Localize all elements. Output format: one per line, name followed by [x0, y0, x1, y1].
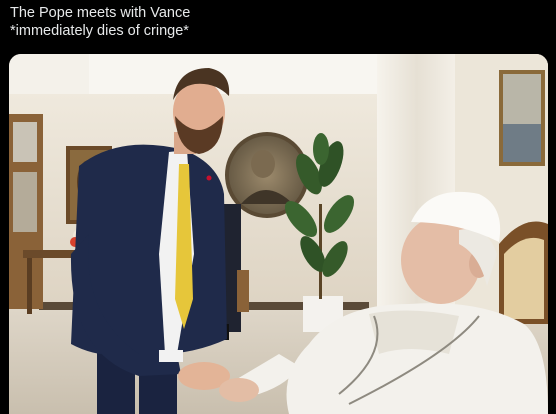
- post-text-line-1: The Pope meets with Vance: [10, 5, 191, 21]
- post-text: The Pope meets with Vance *immediately d…: [10, 4, 550, 40]
- small-cabinet: [237, 270, 249, 312]
- ornate-chair: [499, 221, 548, 324]
- right-painting: [499, 70, 545, 166]
- post-photo[interactable]: [9, 54, 548, 414]
- photo-illustration: [9, 54, 548, 414]
- post-text-line-2: *immediately dies of cringe*: [10, 23, 189, 39]
- left-door: [9, 114, 43, 309]
